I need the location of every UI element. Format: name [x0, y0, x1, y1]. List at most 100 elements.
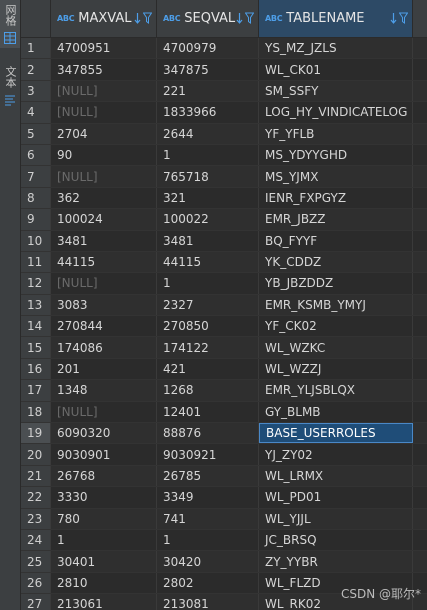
table-row[interactable]: 2 347855 347875 WL_CK01	[21, 59, 427, 81]
cell-maxval[interactable]: [NULL]	[51, 102, 157, 123]
cell-seqval[interactable]: 1268	[157, 380, 259, 401]
row-number[interactable]: 10	[21, 230, 51, 251]
filter-icon[interactable]	[399, 12, 408, 24]
table-row[interactable]: 21 26768 26785 WL_LRMX	[21, 465, 427, 488]
cell-seqval[interactable]: 4700979	[157, 38, 259, 59]
cell-maxval[interactable]: [NULL]	[51, 401, 157, 423]
table-row[interactable]: 1 4700951 4700979 YS_MZ_JZLS	[21, 38, 427, 60]
cell-tablename[interactable]: WL_WZZJ	[259, 358, 413, 380]
cell-seqval[interactable]: 213081	[157, 594, 259, 610]
cell-tablename[interactable]: BASE_USERROLES	[259, 423, 413, 444]
row-number[interactable]: 27	[21, 594, 51, 610]
cell-seqval[interactable]: 3481	[157, 230, 259, 251]
table-row[interactable]: 19 6090320 88876 BASE_USERROLES	[21, 423, 427, 445]
row-number[interactable]: 8	[21, 187, 51, 209]
cell-seqval[interactable]: 2644	[157, 123, 259, 144]
row-number[interactable]: 11	[21, 251, 51, 273]
cell-maxval[interactable]: 2704	[51, 123, 157, 144]
cell-tablename[interactable]: YF_YFLB	[259, 123, 413, 144]
row-number[interactable]: 18	[21, 401, 51, 423]
cell-seqval[interactable]: 30420	[157, 551, 259, 572]
row-number[interactable]: 26	[21, 572, 51, 594]
row-number[interactable]: 25	[21, 551, 51, 572]
sort-icon[interactable]	[390, 12, 397, 24]
sort-icon[interactable]	[134, 12, 141, 24]
cell-maxval[interactable]: 4700951	[51, 38, 157, 59]
row-number[interactable]: 12	[21, 273, 51, 294]
cell-seqval[interactable]: 347875	[157, 59, 259, 80]
cell-tablename[interactable]: MS_YDYYGHD	[259, 144, 413, 166]
row-number[interactable]: 7	[21, 166, 51, 187]
cell-seqval[interactable]: 44115	[157, 251, 259, 273]
row-number[interactable]: 2	[21, 59, 51, 80]
cell-tablename[interactable]: WL_PD01	[259, 487, 413, 508]
cell-tablename[interactable]: SM_SSFY	[259, 80, 413, 102]
cell-tablename[interactable]: YF_CK02	[259, 316, 413, 337]
cell-maxval[interactable]: 26768	[51, 465, 157, 487]
table-row[interactable]: 13 3083 2327 EMR_KSMB_YMYJ	[21, 294, 427, 317]
row-number[interactable]: 20	[21, 444, 51, 465]
table-row[interactable]: 20 9030901 9030921 YJ_ZY02	[21, 444, 427, 466]
sort-icon[interactable]	[236, 12, 243, 24]
row-number-header[interactable]	[21, 0, 51, 37]
cell-seqval[interactable]: 26785	[157, 465, 259, 487]
row-number[interactable]: 5	[21, 123, 51, 144]
cell-seqval[interactable]: 2327	[157, 294, 259, 316]
cell-maxval[interactable]: [NULL]	[51, 273, 157, 294]
table-row[interactable]: 3 [NULL] 221 SM_SSFY	[21, 80, 427, 103]
table-row[interactable]: 12 [NULL] 1 YB_JBZDDZ	[21, 273, 427, 295]
cell-maxval[interactable]: 270844	[51, 316, 157, 337]
table-row[interactable]: 4 [NULL] 1833966 LOG_HY_VINDICATELOG	[21, 102, 427, 124]
cell-maxval[interactable]: [NULL]	[51, 80, 157, 102]
cell-tablename[interactable]: JC_BRSQ	[259, 529, 413, 551]
cell-maxval[interactable]: 3330	[51, 487, 157, 508]
cell-maxval[interactable]: 44115	[51, 251, 157, 273]
table-row[interactable]: 8 362 321 IENR_FXPGYZ	[21, 187, 427, 210]
text-view-tab[interactable]: 文本	[0, 62, 20, 110]
cell-seqval[interactable]: 1	[157, 529, 259, 551]
cell-tablename[interactable]: BQ_FYYF	[259, 230, 413, 251]
cell-tablename[interactable]: LOG_HY_VINDICATELOG	[259, 102, 413, 123]
cell-tablename[interactable]: WL_YJJL	[259, 508, 413, 529]
row-number[interactable]: 16	[21, 358, 51, 380]
cell-maxval[interactable]: 2810	[51, 572, 157, 594]
cell-maxval[interactable]: 100024	[51, 209, 157, 230]
cell-maxval[interactable]: 30401	[51, 551, 157, 572]
row-number[interactable]: 9	[21, 209, 51, 230]
table-row[interactable]: 15 174086 174122 WL_WZKC	[21, 337, 427, 359]
cell-maxval[interactable]: 6090320	[51, 423, 157, 444]
cell-maxval[interactable]: 213061	[51, 594, 157, 610]
cell-tablename[interactable]: YJ_ZY02	[259, 444, 413, 465]
row-number[interactable]: 4	[21, 102, 51, 123]
column-header-tablename[interactable]: ABC TABLENAME	[259, 0, 413, 37]
row-number[interactable]: 21	[21, 465, 51, 487]
cell-seqval[interactable]: 321	[157, 187, 259, 209]
cell-seqval[interactable]: 88876	[157, 423, 259, 444]
cell-maxval[interactable]: 174086	[51, 337, 157, 358]
table-row[interactable]: 9 100024 100022 EMR_JBZZ	[21, 209, 427, 231]
cell-seqval[interactable]: 741	[157, 508, 259, 529]
row-number[interactable]: 19	[21, 423, 51, 444]
cell-tablename[interactable]: GY_BLMB	[259, 401, 413, 423]
cell-maxval[interactable]: 90	[51, 144, 157, 166]
row-number[interactable]: 24	[21, 529, 51, 551]
table-row[interactable]: 24 1 1 JC_BRSQ	[21, 529, 427, 552]
cell-seqval[interactable]: 100022	[157, 209, 259, 230]
row-number[interactable]: 13	[21, 294, 51, 316]
row-number[interactable]: 17	[21, 380, 51, 401]
cell-tablename[interactable]: EMR_KSMB_YMYJ	[259, 294, 413, 316]
row-number[interactable]: 15	[21, 337, 51, 358]
column-header-seqval[interactable]: ABC SEQVAL	[157, 0, 259, 37]
cell-tablename[interactable]: IENR_FXPGYZ	[259, 187, 413, 209]
cell-maxval[interactable]: 780	[51, 508, 157, 529]
table-row[interactable]: 5 2704 2644 YF_YFLB	[21, 123, 427, 145]
cell-maxval[interactable]: [NULL]	[51, 166, 157, 187]
cell-seqval[interactable]: 270850	[157, 316, 259, 337]
cell-tablename[interactable]: MS_YJMX	[259, 166, 413, 187]
cell-maxval[interactable]: 362	[51, 187, 157, 209]
cell-seqval[interactable]: 1	[157, 273, 259, 294]
row-number[interactable]: 22	[21, 487, 51, 508]
table-row[interactable]: 11 44115 44115 YK_CDDZ	[21, 251, 427, 274]
row-number[interactable]: 3	[21, 80, 51, 102]
cell-tablename[interactable]: WL_LRMX	[259, 465, 413, 487]
